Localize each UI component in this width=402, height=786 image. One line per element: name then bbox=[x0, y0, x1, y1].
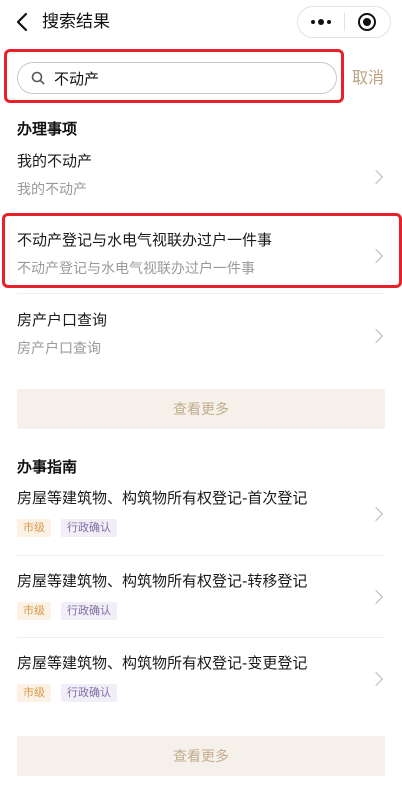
service-item-title: 我的不动产 bbox=[17, 152, 93, 170]
more-menu-button[interactable] bbox=[298, 7, 344, 37]
mini-program-capsule bbox=[297, 6, 391, 38]
close-program-button[interactable] bbox=[344, 7, 390, 37]
service-item[interactable]: 我的不动产 我的不动产 bbox=[17, 150, 385, 206]
guides-more-button[interactable]: 查看更多 bbox=[17, 736, 385, 776]
guide-item-title: 房屋等建筑物、构筑物所有权登记-首次登记 bbox=[17, 489, 308, 507]
page-title: 搜索结果 bbox=[42, 12, 110, 32]
guide-item-tags: 市级 行政确认 bbox=[17, 602, 385, 620]
guide-item[interactable]: 房屋等建筑物、构筑物所有权登记-转移登记 市级 行政确认 bbox=[17, 570, 385, 622]
guide-item-title: 房屋等建筑物、构筑物所有权登记-变更登记 bbox=[17, 654, 308, 672]
service-item-subtitle: 不动产登记与水电气视联办过户一件事 bbox=[17, 261, 255, 277]
tag-level: 市级 bbox=[17, 684, 51, 702]
tag-type: 行政确认 bbox=[61, 519, 117, 537]
tag-level: 市级 bbox=[17, 519, 51, 537]
search-bar[interactable] bbox=[17, 62, 337, 94]
tag-level: 市级 bbox=[17, 602, 51, 620]
services-more-button[interactable]: 查看更多 bbox=[17, 389, 385, 429]
chevron-left-icon bbox=[16, 12, 28, 32]
guide-item-tags: 市级 行政确认 bbox=[17, 519, 385, 537]
guide-item[interactable]: 房屋等建筑物、构筑物所有权登记-变更登记 市级 行政确认 bbox=[17, 652, 385, 704]
search-icon bbox=[30, 70, 46, 86]
guide-item-title: 房屋等建筑物、构筑物所有权登记-转移登记 bbox=[17, 572, 308, 590]
tag-type: 行政确认 bbox=[61, 602, 117, 620]
service-item[interactable]: 房产户口查询 房产户口查询 bbox=[17, 309, 385, 365]
service-item-subtitle: 我的不动产 bbox=[17, 182, 87, 198]
tag-type: 行政确认 bbox=[61, 684, 117, 702]
cancel-button[interactable]: 取消 bbox=[352, 66, 384, 90]
section-title-services: 办理事项 bbox=[17, 120, 78, 138]
list-divider bbox=[17, 293, 385, 294]
more-dots-icon bbox=[310, 19, 331, 25]
service-item[interactable]: 不动产登记与水电气视联办过户一件事 不动产登记与水电气视联办过户一件事 bbox=[17, 229, 385, 285]
back-button[interactable] bbox=[8, 8, 36, 36]
service-item-title: 房产户口查询 bbox=[17, 311, 108, 329]
section-title-guides: 办事指南 bbox=[17, 458, 78, 476]
guide-item-tags: 市级 行政确认 bbox=[17, 684, 385, 702]
service-item-title: 不动产登记与水电气视联办过户一件事 bbox=[17, 231, 273, 249]
search-input[interactable] bbox=[54, 66, 304, 90]
list-divider bbox=[17, 555, 385, 556]
target-circle-icon bbox=[358, 13, 377, 31]
navigation-bar: 搜索结果 bbox=[0, 0, 402, 44]
service-item-subtitle: 房产户口查询 bbox=[17, 341, 101, 357]
guide-item[interactable]: 房屋等建筑物、构筑物所有权登记-首次登记 市级 行政确认 bbox=[17, 487, 385, 539]
list-divider bbox=[17, 637, 385, 638]
